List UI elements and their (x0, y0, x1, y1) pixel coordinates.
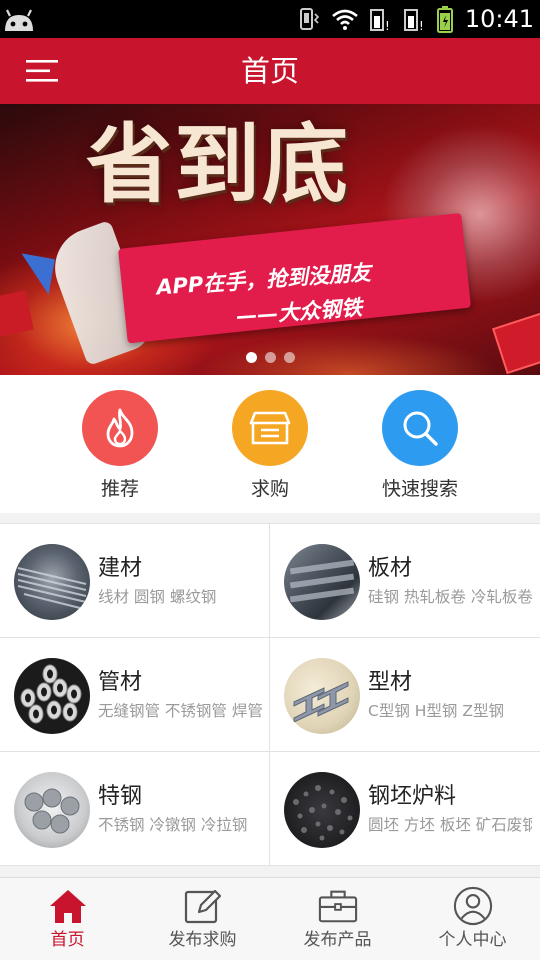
svg-text:!: ! (419, 19, 424, 32)
category-cell-pipe[interactable]: 管材 无缝钢管 不锈钢管 焊管 (0, 638, 270, 752)
status-icons: ! ! 10:41 (295, 0, 534, 38)
rebar-bundle-image (14, 544, 90, 620)
category-subtitle: 线材 圆钢 螺纹钢 (98, 588, 217, 606)
nav-label: 首页 (50, 930, 85, 950)
nav-profile[interactable]: 个人中心 (405, 878, 540, 960)
home-icon (48, 886, 88, 926)
steel-plate-image (284, 544, 360, 620)
category-subtitle: 硅钢 热轧板卷 冷轧板卷 (368, 588, 532, 606)
nav-home[interactable]: 首页 (0, 878, 135, 960)
banner-decoration (15, 253, 55, 295)
app-bar: 首页 (0, 38, 540, 104)
purchase-icon-circle (232, 390, 308, 466)
steel-bar-image (14, 772, 90, 848)
android-icon (5, 9, 33, 31)
status-time: 10:41 (464, 5, 534, 33)
nav-label: 个人中心 (438, 930, 507, 950)
category-subtitle: 不锈钢 冷镦钢 冷拉钢 (98, 816, 248, 834)
vibrate-icon (299, 8, 319, 30)
nav-label: 发布产品 (303, 930, 372, 950)
carousel-dot[interactable] (283, 352, 295, 363)
nav-post-request[interactable]: 发布求购 (135, 878, 270, 960)
category-title: 板材 (368, 556, 413, 581)
category-subtitle: 无缝钢管 不锈钢管 焊管 (98, 702, 262, 720)
h-beam-image (284, 658, 360, 734)
wifi-icon (331, 9, 358, 30)
category-subtitle: C型钢 H型钢 Z型钢 (368, 702, 504, 720)
briefcase-icon (318, 886, 358, 926)
recommend-icon-circle (82, 390, 158, 466)
category-cell-special-steel[interactable]: 特钢 不锈钢 冷镦钢 冷拉钢 (0, 752, 270, 866)
category-title: 型材 (368, 670, 413, 695)
quick-action-recommend[interactable]: 推荐 (60, 390, 180, 505)
category-title: 特钢 (98, 784, 143, 809)
bottom-nav: 首页 发布求购 发布产品 个人中心 (0, 877, 540, 960)
category-title: 管材 (98, 670, 143, 695)
category-cell-plate[interactable]: 板材 硅钢 热轧板卷 冷轧板卷 (270, 524, 540, 638)
svg-text:!: ! (385, 19, 390, 32)
status-left (0, 0, 40, 38)
search-icon (403, 411, 438, 446)
category-title: 钢坯炉料 (368, 784, 457, 809)
promo-banner[interactable]: 省到底 APP在手，抢到没朋友 ——大众钢铁 (0, 104, 540, 375)
quick-actions: 推荐 求购 快速搜索 (0, 375, 540, 513)
quick-action-label: 推荐 (100, 478, 139, 500)
quick-action-purchase[interactable]: 求购 (210, 390, 330, 505)
page-title: 首页 (240, 54, 299, 88)
category-subtitle: 圆坯 方坯 板坯 矿石废钢 (368, 816, 532, 834)
carousel-dot[interactable] (264, 352, 276, 363)
signal-icon: ! (369, 9, 390, 32)
user-icon (453, 886, 493, 926)
banner-headline: 省到底 (86, 114, 350, 215)
steel-pipe-image (14, 658, 90, 734)
carousel-indicator (0, 352, 540, 366)
battery-icon (436, 6, 453, 33)
nav-label: 发布求购 (168, 930, 237, 950)
category-title: 建材 (98, 556, 143, 581)
quick-action-label: 求购 (250, 478, 289, 500)
signal-icon: ! (403, 9, 424, 32)
search-icon-circle (382, 390, 458, 466)
category-cell-building[interactable]: 建材 线材 圆钢 螺纹钢 (0, 524, 270, 638)
quick-action-search[interactable]: 快速搜索 (360, 390, 480, 505)
edit-icon (183, 886, 223, 926)
ore-image (284, 772, 360, 848)
status-bar: ! ! 10:41 (0, 0, 540, 38)
category-grid: 建材 线材 圆钢 螺纹钢 板材 硅钢 热轧板卷 冷轧板卷 管材 无缝钢管 不锈钢… (0, 523, 540, 866)
flame-icon (106, 408, 134, 448)
category-cell-billet[interactable]: 钢坯炉料 圆坯 方坯 板坯 矿石废钢 (270, 752, 540, 866)
category-cell-profile[interactable]: 型材 C型钢 H型钢 Z型钢 (270, 638, 540, 752)
basket-icon (249, 411, 291, 445)
carousel-dot[interactable] (245, 352, 257, 363)
quick-action-label: 快速搜索 (381, 478, 458, 500)
nav-post-product[interactable]: 发布产品 (270, 878, 405, 960)
